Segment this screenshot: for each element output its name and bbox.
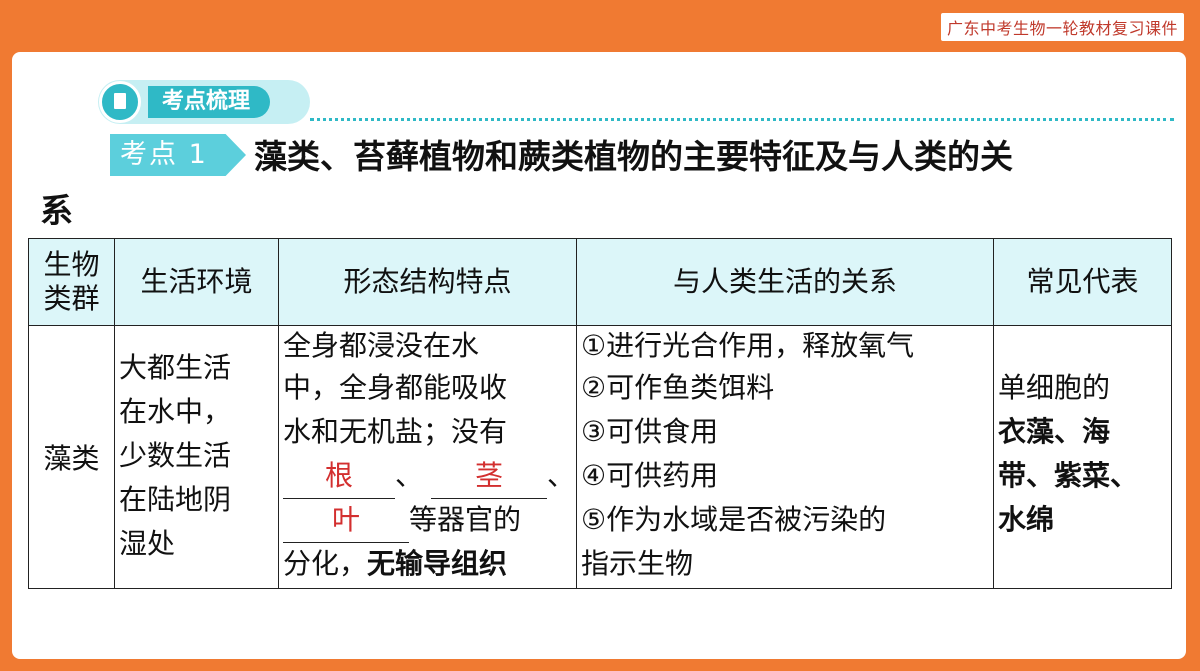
env-line: 在陆地阴 xyxy=(119,483,232,516)
dotted-divider xyxy=(310,118,1174,121)
env-line: 大都生活 xyxy=(119,351,232,384)
book-icon xyxy=(114,93,126,109)
section-label: 考点梳理 xyxy=(148,86,271,118)
relation-item: ②可作鱼类饵料 xyxy=(581,371,775,404)
relation-item: ①进行光合作用，释放氧气 xyxy=(581,329,915,362)
struct-key-point: 无输导组织 xyxy=(367,547,508,580)
table-row: 藻类 大都生活 在水中， 少数生活 在陆地阴 湿处 全身都浸没在水 中，全身都能… xyxy=(28,325,1172,589)
header-relations: 与人类生活的关系 xyxy=(576,238,994,326)
struct-blank-line: 根、茎、 xyxy=(283,454,575,499)
header-group: 生物 类群 xyxy=(28,238,115,326)
comparison-table: 生物 类群 生活环境 形态结构特点 与人类生活的关系 常见代表 藻类 大都生活 … xyxy=(28,238,1172,589)
relation-item: ④可供药用 xyxy=(581,459,719,492)
cell-environment: 大都生活 在水中， 少数生活 在陆地阴 湿处 xyxy=(114,325,279,589)
struct-line: 分化，无输导组织 xyxy=(283,542,507,586)
relation-item: 指示生物 xyxy=(581,547,694,580)
header-structure: 形态结构特点 xyxy=(278,238,577,326)
point-tag: 考点 1 xyxy=(120,139,208,170)
env-line: 少数生活 xyxy=(119,439,232,472)
answer-blank-leaf: 叶 xyxy=(283,498,409,543)
header-group-line2: 类群 xyxy=(43,282,100,315)
relation-item: ③可供食用 xyxy=(581,415,719,448)
struct-text: 等器官的 xyxy=(409,503,522,536)
point-title-line1: 藻类、苔藓植物和蕨类植物的主要特征及与人类的关 xyxy=(254,137,1013,176)
header-group-line1: 生物 xyxy=(43,248,100,281)
example-line: 带、紫菜、 xyxy=(998,459,1139,492)
table-header-row: 生物 类群 生活环境 形态结构特点 与人类生活的关系 常见代表 xyxy=(28,238,1172,326)
cell-relations: ①进行光合作用，释放氧气 ②可作鱼类饵料 ③可供食用 ④可供药用 ⑤作为水域是否… xyxy=(576,325,994,589)
separator: 、 xyxy=(395,459,424,492)
struct-text: 分化， xyxy=(283,547,368,580)
answer-blank-root: 根 xyxy=(283,454,395,499)
relation-item: ⑤作为水域是否被污染的 xyxy=(581,503,887,536)
series-label: 广东中考生物一轮教材复习课件 xyxy=(940,13,1184,41)
cell-structure: 全身都浸没在水 中，全身都能吸收 水和无机盐；没有 根、茎、 叶等器官的 分化，… xyxy=(278,325,577,589)
cell-examples: 单细胞的 衣藻、海 带、紫菜、 水绵 xyxy=(993,325,1172,589)
example-line: 水绵 xyxy=(998,503,1055,536)
separator: 、 xyxy=(547,459,576,492)
env-line: 湿处 xyxy=(119,527,176,560)
example-line: 单细胞的 xyxy=(998,371,1111,404)
group-name: 藻类 xyxy=(43,442,100,475)
struct-line: 全身都浸没在水 xyxy=(283,329,480,362)
header-environment: 生活环境 xyxy=(114,238,279,326)
answer-blank-stem: 茎 xyxy=(431,454,548,499)
header-examples: 常见代表 xyxy=(993,238,1172,326)
cell-group: 藻类 xyxy=(28,325,115,589)
env-line: 在水中， xyxy=(119,395,232,428)
example-line: 衣藻、海 xyxy=(998,415,1111,448)
struct-line: 中，全身都能吸收 xyxy=(283,371,508,404)
point-title-line2: 系 xyxy=(40,191,73,230)
struct-line: 水和无机盐；没有 xyxy=(283,415,508,448)
struct-blank-line: 叶等器官的 xyxy=(283,498,521,543)
